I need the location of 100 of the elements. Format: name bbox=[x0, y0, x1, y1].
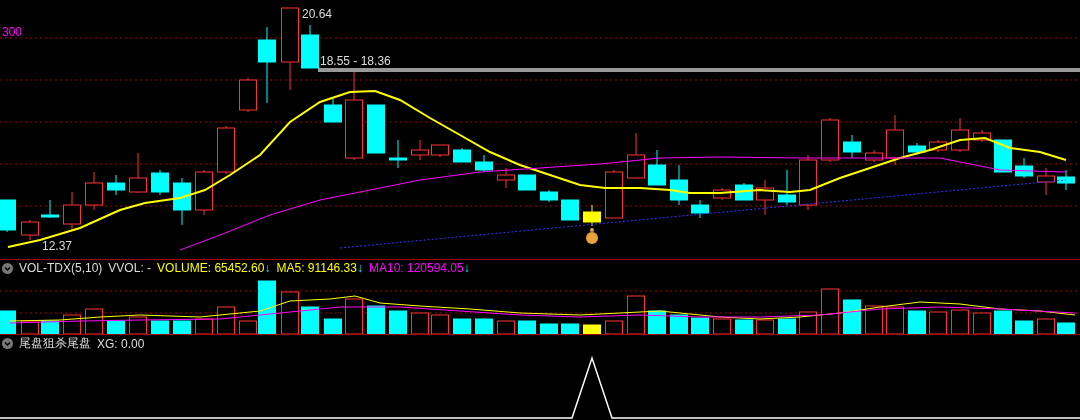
volume-bar bbox=[324, 318, 342, 335]
candlestick bbox=[973, 129, 991, 143]
candlestick bbox=[778, 169, 796, 206]
candlestick bbox=[1037, 167, 1055, 196]
candlestick bbox=[951, 117, 969, 153]
candlestick bbox=[389, 139, 407, 169]
volume-bar bbox=[301, 306, 319, 335]
volume-bar bbox=[217, 306, 235, 335]
candlestick bbox=[713, 187, 731, 201]
candlestick bbox=[41, 199, 59, 219]
volume-bar bbox=[540, 323, 558, 335]
trend-arrow: ↓ bbox=[264, 261, 271, 276]
volume-bar bbox=[1057, 322, 1075, 335]
volume-bar bbox=[431, 314, 449, 335]
volume-bar bbox=[799, 311, 817, 335]
volume-bar bbox=[0, 310, 16, 335]
candlestick bbox=[497, 167, 515, 189]
candlestick bbox=[648, 149, 666, 186]
volume-bar bbox=[605, 320, 623, 335]
candlestick bbox=[908, 142, 926, 156]
volume-bar bbox=[648, 310, 666, 335]
candlestick bbox=[195, 169, 213, 216]
volume-bar bbox=[756, 319, 774, 335]
candlestick bbox=[929, 139, 947, 153]
candlestick bbox=[821, 117, 839, 163]
candlestick bbox=[865, 149, 883, 163]
volume-bar bbox=[843, 299, 861, 335]
high-price-label: 20.64 bbox=[302, 7, 333, 21]
volume-bar bbox=[367, 305, 385, 335]
candlestick bbox=[561, 199, 579, 221]
candlestick bbox=[63, 191, 81, 231]
candlestick bbox=[173, 177, 191, 226]
candlestick bbox=[605, 169, 623, 219]
candlestick bbox=[799, 154, 817, 211]
candlestick bbox=[843, 134, 861, 159]
candlestick bbox=[85, 171, 103, 211]
candlestick bbox=[107, 174, 125, 196]
candlestick bbox=[627, 132, 645, 179]
candlestick bbox=[301, 24, 319, 69]
volume-bar bbox=[411, 312, 429, 335]
volume-bar bbox=[63, 314, 81, 335]
collapse-icon[interactable] bbox=[2, 262, 13, 274]
candlestick bbox=[151, 169, 169, 196]
candlestick bbox=[670, 164, 688, 206]
candlestick bbox=[411, 139, 429, 161]
volume-bar bbox=[281, 291, 299, 335]
volume-bar bbox=[345, 298, 363, 335]
volume-bar bbox=[1037, 318, 1055, 335]
volume-bar bbox=[821, 288, 839, 335]
axis-value: 300 bbox=[2, 25, 23, 39]
volume-bar bbox=[865, 305, 883, 335]
volume-bar bbox=[389, 310, 407, 335]
candlestick bbox=[129, 152, 147, 194]
volume-bar bbox=[453, 318, 471, 335]
trend-arrow: ↓ bbox=[463, 261, 470, 276]
indicator-name: 尾盘狙杀尾盘 bbox=[19, 335, 91, 353]
volume-bar bbox=[886, 306, 904, 335]
candlestick bbox=[21, 219, 39, 241]
volume-bar bbox=[691, 317, 709, 335]
volume-bar bbox=[1015, 320, 1033, 335]
indicator-reading: VVOL: - bbox=[108, 261, 152, 276]
volume-bar bbox=[151, 320, 169, 335]
indicator-name: VOL-TDX(5,10) bbox=[19, 261, 103, 276]
low-price-label: 12.37 bbox=[42, 239, 73, 253]
candlestick bbox=[1057, 169, 1075, 191]
candlestick bbox=[324, 96, 342, 123]
volume-bar bbox=[973, 312, 991, 335]
volume-bar bbox=[778, 318, 796, 335]
volume-bar bbox=[908, 310, 926, 335]
candlestick bbox=[756, 179, 774, 216]
candlestick bbox=[886, 114, 904, 166]
volume-bar bbox=[518, 320, 536, 335]
price-range-label: 18.55 - 18.36 bbox=[320, 54, 391, 68]
volume-bar bbox=[475, 318, 493, 335]
volume-bar bbox=[929, 311, 947, 335]
candlestick bbox=[691, 199, 709, 219]
indicator-reading: VOLUME: 65452.60 bbox=[157, 261, 265, 276]
indicator-reading: MA10: 120594.05 bbox=[368, 261, 464, 276]
candlestick bbox=[475, 154, 493, 173]
candlestick bbox=[540, 189, 558, 203]
collapse-icon[interactable] bbox=[2, 338, 13, 350]
volume-bar bbox=[627, 295, 645, 335]
volume-bar bbox=[670, 314, 688, 335]
candlestick bbox=[518, 174, 536, 191]
candlestick bbox=[431, 144, 449, 158]
candlestick bbox=[217, 125, 235, 175]
candlestick bbox=[583, 204, 601, 227]
money-bag-icon bbox=[586, 228, 598, 244]
candlestick bbox=[1015, 157, 1033, 179]
candlestick bbox=[367, 104, 385, 154]
candlestick bbox=[0, 199, 16, 233]
indicator-reading: XG: 0.00 bbox=[97, 336, 145, 351]
trend-arrow: ↓ bbox=[356, 261, 363, 276]
volume-bar bbox=[713, 318, 731, 335]
volume-bar bbox=[497, 320, 515, 335]
volume-bar bbox=[735, 319, 753, 335]
candlestick bbox=[453, 147, 471, 163]
volume-bar bbox=[951, 309, 969, 335]
indicator-reading: MA5: 91146.33 bbox=[276, 261, 357, 276]
volume-bar bbox=[173, 320, 191, 335]
